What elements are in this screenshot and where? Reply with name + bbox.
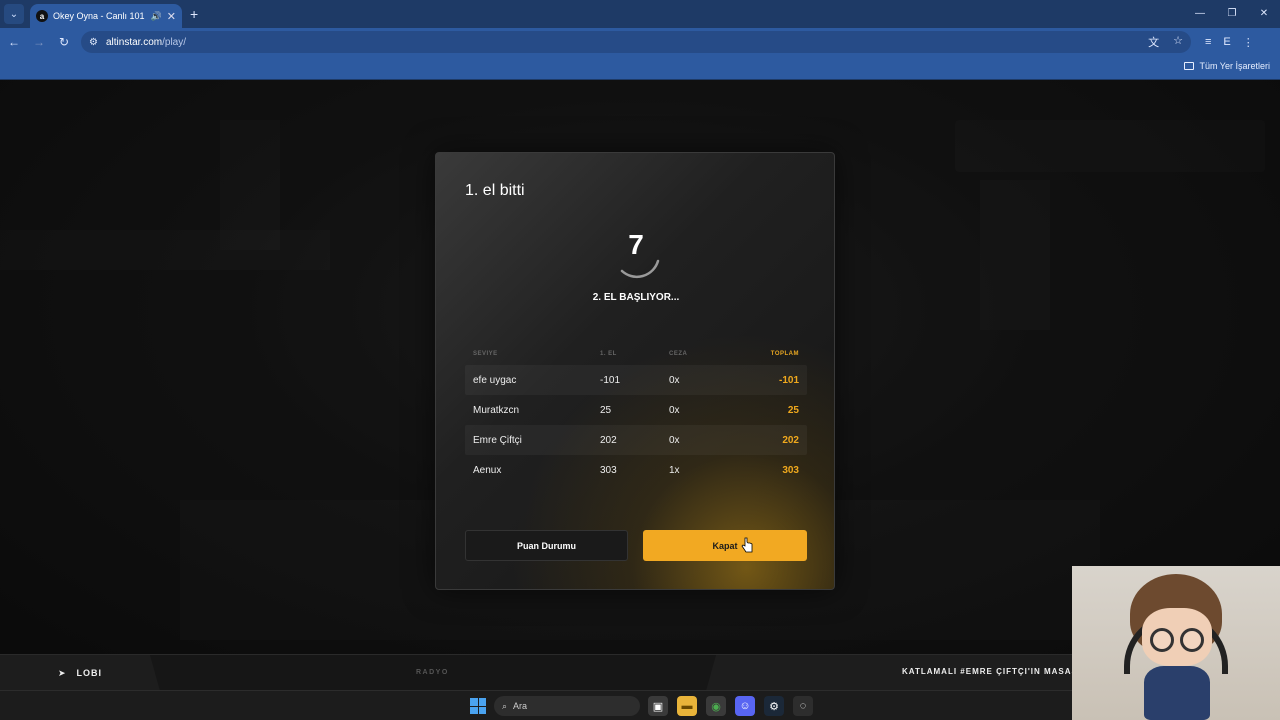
all-bookmarks-button[interactable]: Tüm Yer İşaretleri: [1184, 61, 1270, 71]
folder-icon: [1184, 62, 1195, 70]
bookmark-star-icon[interactable]: ☆: [1173, 34, 1183, 50]
tab-close-icon[interactable]: ✕: [167, 10, 176, 23]
header-hand: 1. EL: [600, 351, 617, 357]
total-score: 202: [782, 434, 799, 446]
plush-doll-body: [1144, 666, 1210, 720]
hand-score: 25: [600, 404, 612, 416]
countdown-number: 7: [628, 229, 644, 260]
steam-icon[interactable]: ⚙: [764, 696, 784, 716]
url-domain: altinstar.com: [105, 36, 163, 48]
player-name: Emre Çiftçi: [473, 434, 522, 446]
standings-button[interactable]: Puan Durumu: [465, 530, 628, 561]
player-name: Aenux: [473, 464, 502, 476]
header-penalty: CEZA: [669, 351, 688, 357]
window-close-button[interactable]: ✕: [1248, 0, 1280, 28]
penalty-count: 1x: [669, 464, 680, 476]
browser-tabbar: ⌄ a Okey Oyna - Canlı 101 Okey 🔊 ✕ + — ❐…: [0, 0, 1280, 28]
penalty-count: 0x: [669, 404, 680, 416]
score-table: SEVIYE 1. EL CEZA TOPLAM efe uygac -101 …: [465, 343, 807, 485]
browser-toolbar: ← → ↻ ⚙ altinstar.com/play/ 文 ☆ ≡ E ⋮: [0, 28, 1280, 56]
player-name: efe uygac: [473, 374, 517, 386]
penalty-count: 0x: [669, 374, 680, 386]
radio-label[interactable]: RADYO: [416, 669, 449, 676]
taskbar-search[interactable]: ⌕ Ara: [494, 696, 640, 716]
profile-avatar[interactable]: E: [1223, 36, 1230, 49]
player-name: Muratkzcn: [473, 404, 520, 416]
menu-kebab-icon[interactable]: ⋮: [1243, 36, 1254, 49]
total-score: 303: [782, 464, 799, 476]
chrome-icon[interactable]: ◉: [706, 696, 726, 716]
penalty-count: 0x: [669, 434, 680, 446]
webcam-overlay: [1072, 566, 1280, 720]
ticker-text: KATLAMALI #EMRE ÇIFTÇI'IN MASASI: [902, 667, 1082, 676]
minimize-button[interactable]: —: [1184, 0, 1216, 28]
all-bookmarks-label: Tüm Yer İşaretleri: [1199, 61, 1270, 71]
glasses-icon: [1150, 628, 1174, 652]
url-path: /play/: [162, 36, 187, 48]
table-row: Emre Çiftçi 202 0x 202: [465, 425, 807, 455]
glasses-icon: [1180, 628, 1204, 652]
speaker-icon[interactable]: 🔊: [151, 11, 162, 22]
table-row: efe uygac -101 0x -101: [465, 365, 807, 395]
translate-icon[interactable]: 文: [1148, 34, 1159, 50]
round-end-dialog: 1. el bitti 7 2. EL BAŞLIYOR... SEVIYE 1…: [435, 152, 835, 590]
countdown-timer: 7: [606, 225, 666, 285]
dialog-title: 1. el bitti: [465, 182, 525, 199]
reload-button[interactable]: ↻: [53, 35, 75, 49]
media-control-icon[interactable]: ≡: [1205, 36, 1211, 49]
site-info-icon[interactable]: ⚙: [89, 37, 98, 48]
table-row: Aenux 303 1x 303: [465, 455, 807, 485]
site-favicon-icon: a: [36, 10, 48, 22]
table-row: Muratkzcn 25 0x 25: [465, 395, 807, 425]
table-ticker: KATLAMALI #EMRE ÇIFTÇI'IN MASASI: [706, 655, 1086, 691]
restore-button[interactable]: ❐: [1216, 0, 1248, 28]
total-score: 25: [787, 404, 799, 416]
table-header: SEVIYE 1. EL CEZA TOPLAM: [465, 343, 807, 365]
hand-score: 303: [600, 464, 617, 476]
hand-cursor-icon: [741, 537, 753, 553]
header-total: TOPLAM: [770, 351, 799, 357]
hand-score: -101: [600, 374, 621, 386]
back-button[interactable]: ←: [3, 35, 25, 49]
lobby-button[interactable]: ➤ LOBI: [0, 655, 160, 691]
new-tab-button[interactable]: +: [190, 6, 198, 22]
tab-search-button[interactable]: ⌄: [4, 4, 24, 24]
lobby-label: LOBI: [76, 668, 103, 678]
bookmarks-bar: Tüm Yer İşaretleri: [0, 56, 1280, 80]
search-placeholder: Ara: [513, 701, 528, 711]
app-icon[interactable]: ◌: [793, 696, 813, 716]
close-button[interactable]: Kapat: [643, 530, 807, 561]
task-view-icon[interactable]: ▣: [648, 696, 668, 716]
browser-tab[interactable]: a Okey Oyna - Canlı 101 Okey 🔊 ✕: [30, 4, 182, 28]
total-score: -101: [778, 374, 799, 386]
file-explorer-icon[interactable]: ▬: [677, 696, 697, 716]
header-name: SEVIYE: [473, 351, 498, 357]
navigation-arrow-icon: ➤: [58, 667, 67, 678]
tab-title: Okey Oyna - Canlı 101 Okey: [53, 11, 146, 21]
windows-start-icon[interactable]: [470, 698, 486, 714]
address-bar[interactable]: ⚙ altinstar.com/play/ 文 ☆: [81, 31, 1191, 53]
search-icon: ⌕: [502, 700, 508, 711]
next-round-label: 2. EL BAŞLIYOR...: [592, 292, 680, 303]
hand-score: 202: [600, 434, 617, 446]
discord-icon[interactable]: ☺: [735, 696, 755, 716]
forward-button[interactable]: →: [28, 35, 50, 49]
